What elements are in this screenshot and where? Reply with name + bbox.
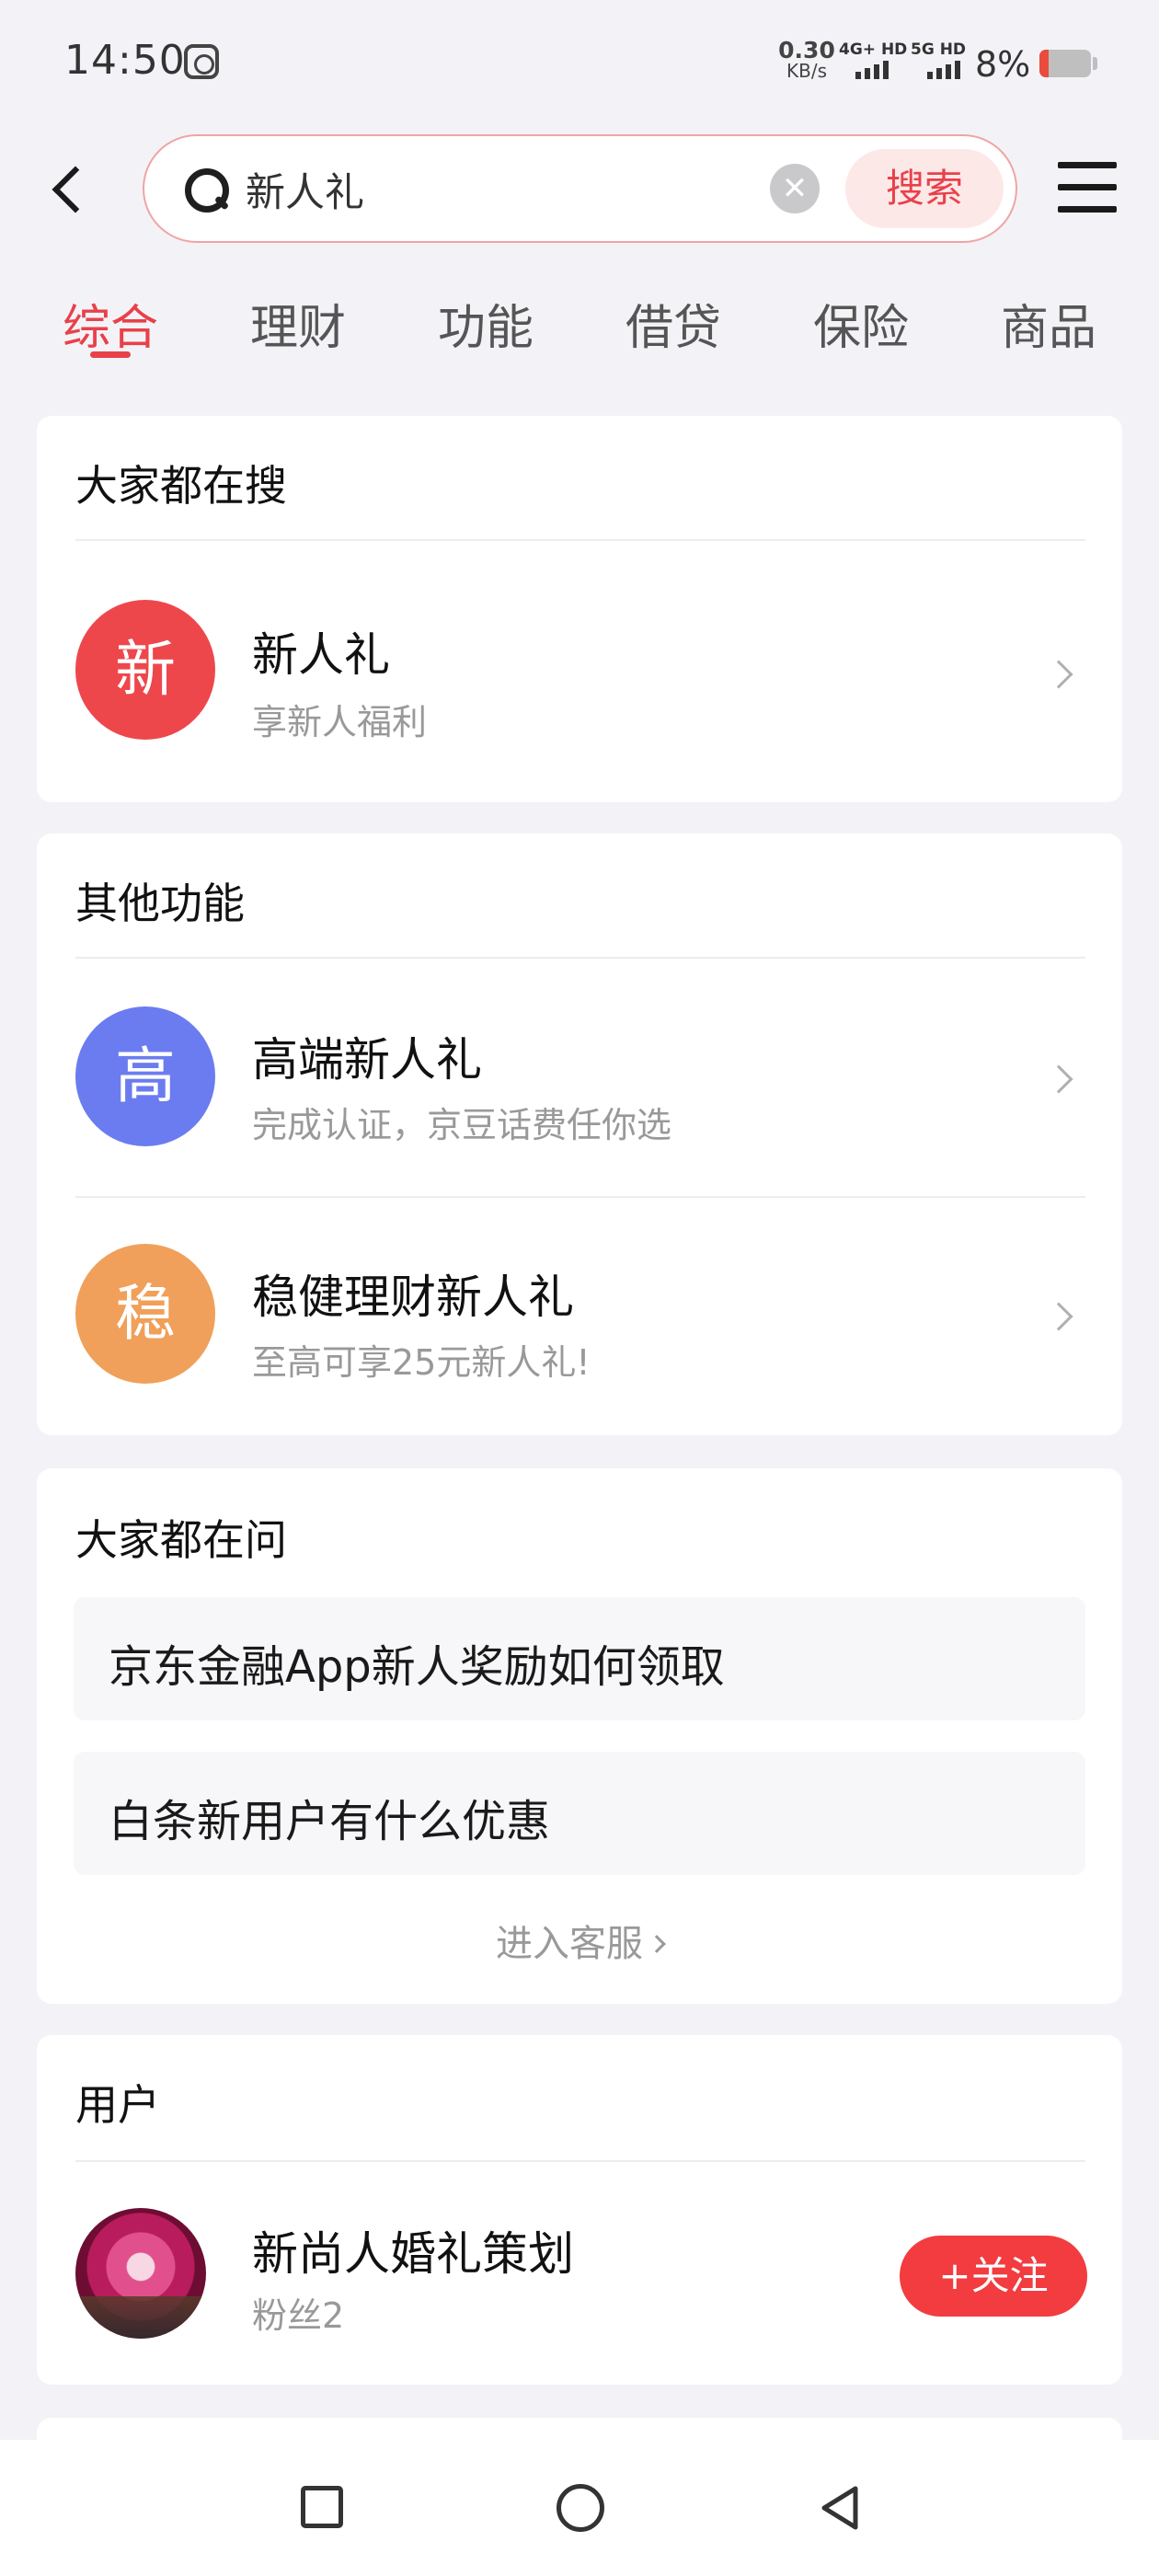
tab-wealth[interactable]: 理财 [234, 289, 362, 358]
search-box[interactable]: ✕ 搜索 [143, 134, 1017, 243]
category-tabs: 综合 理财 功能 借贷 保险 商品 [0, 276, 1159, 377]
tab-functions[interactable]: 功能 [421, 289, 550, 358]
chevron-right-icon [1044, 660, 1073, 689]
card-title: 大家都在搜 [75, 461, 287, 511]
follow-button[interactable]: +关注 [900, 2236, 1087, 2317]
status-time: 14:50 [64, 37, 186, 84]
tab-loans[interactable]: 借贷 [609, 289, 738, 358]
network-speed: 0.30 KB/s [775, 37, 839, 82]
tab-insurance[interactable]: 保险 [797, 289, 925, 358]
network-speed-unit: KB/s [786, 60, 827, 82]
battery-percent: 8% [975, 44, 1031, 85]
sim2-label: 5G HD [911, 40, 967, 59]
battery-icon [1039, 50, 1091, 77]
card-title: 大家都在问 [75, 1515, 287, 1565]
question-text: 白条新用户有什么优惠 [109, 1796, 551, 1847]
user-fans-count: 粉丝2 [252, 2295, 345, 2336]
search-button[interactable]: 搜索 [845, 149, 1004, 228]
list-item-premium-gift[interactable]: 高 高端新人礼 完成认证，京豆话费任你选 [37, 959, 1122, 1196]
system-navigation-bar [0, 2440, 1159, 2576]
hamburger-menu-icon[interactable] [1058, 162, 1117, 213]
new-badge-icon: 新 [75, 600, 215, 740]
question-text: 京东金融App新人奖励如何领取 [109, 1641, 725, 1693]
chevron-right-icon [1044, 1064, 1073, 1094]
chevron-right-icon [648, 1935, 666, 1953]
questions-card: 大家都在问 京东金融App新人奖励如何领取 白条新用户有什么优惠 进入客服 [37, 1468, 1122, 2004]
customer-service-link[interactable]: 进入客服 [37, 1914, 1122, 1967]
popular-search-card: 大家都在搜 新 新人礼 享新人福利 [37, 416, 1122, 802]
clear-icon[interactable]: ✕ [770, 164, 820, 213]
card-title: 用户 [75, 2080, 160, 2130]
tab-products[interactable]: 商品 [984, 289, 1113, 358]
sim1-signal-icon: 4G+ HD [839, 40, 907, 83]
battery-tip [1093, 57, 1097, 70]
item-title: 高端新人礼 [252, 1033, 482, 1087]
search-input[interactable] [246, 155, 798, 224]
list-item-steady-wealth-gift[interactable]: 稳 稳健理财新人礼 至高可享25元新人礼! [37, 1198, 1122, 1435]
tab-comprehensive[interactable]: 综合 [46, 289, 175, 358]
search-icon [183, 167, 231, 214]
active-tab-indicator [90, 351, 131, 358]
question-item[interactable]: 京东金融App新人奖励如何领取 [74, 1597, 1085, 1720]
list-item-new-user-gift[interactable]: 新 新人礼 享新人福利 [37, 541, 1122, 802]
recent-apps-icon[interactable] [301, 2486, 343, 2528]
user-name[interactable]: 新尚人婚礼策划 [252, 2217, 574, 2283]
item-title: 新人礼 [252, 628, 390, 682]
home-icon[interactable] [557, 2484, 604, 2532]
users-card: 用户 新尚人婚礼策划 粉丝2 +关注 [37, 2035, 1122, 2385]
back-arrow-icon[interactable] [44, 155, 99, 221]
status-bar: 14:50 0.30 KB/s 4G+ HD 5G HD 8% [0, 0, 1159, 124]
battery-level-fill [1039, 50, 1049, 77]
sim2-signal-icon: 5G HD [911, 40, 968, 83]
chevron-right-icon [1044, 1302, 1073, 1331]
divider [75, 2160, 1085, 2162]
notification-app-icon [184, 44, 219, 79]
other-functions-card: 其他功能 高 高端新人礼 完成认证，京豆话费任你选 稳 稳健理财新人礼 至高可享… [37, 834, 1122, 1435]
avatar[interactable] [75, 2208, 206, 2339]
question-item[interactable]: 白条新用户有什么优惠 [74, 1752, 1085, 1875]
back-triangle-icon[interactable] [817, 2484, 863, 2532]
sim1-label: 4G+ HD [839, 40, 908, 59]
service-link-label: 进入客服 [496, 1923, 643, 1965]
item-title: 稳健理财新人礼 [252, 1271, 574, 1324]
item-subtitle: 享新人福利 [252, 702, 428, 742]
network-speed-value: 0.30 [778, 37, 835, 63]
item-subtitle: 完成认证，京豆话费任你选 [252, 1105, 672, 1145]
card-title: 其他功能 [75, 879, 245, 928]
premium-badge-icon: 高 [75, 1006, 215, 1146]
steady-badge-icon: 稳 [75, 1244, 215, 1384]
item-subtitle: 至高可享25元新人礼! [252, 1342, 591, 1383]
